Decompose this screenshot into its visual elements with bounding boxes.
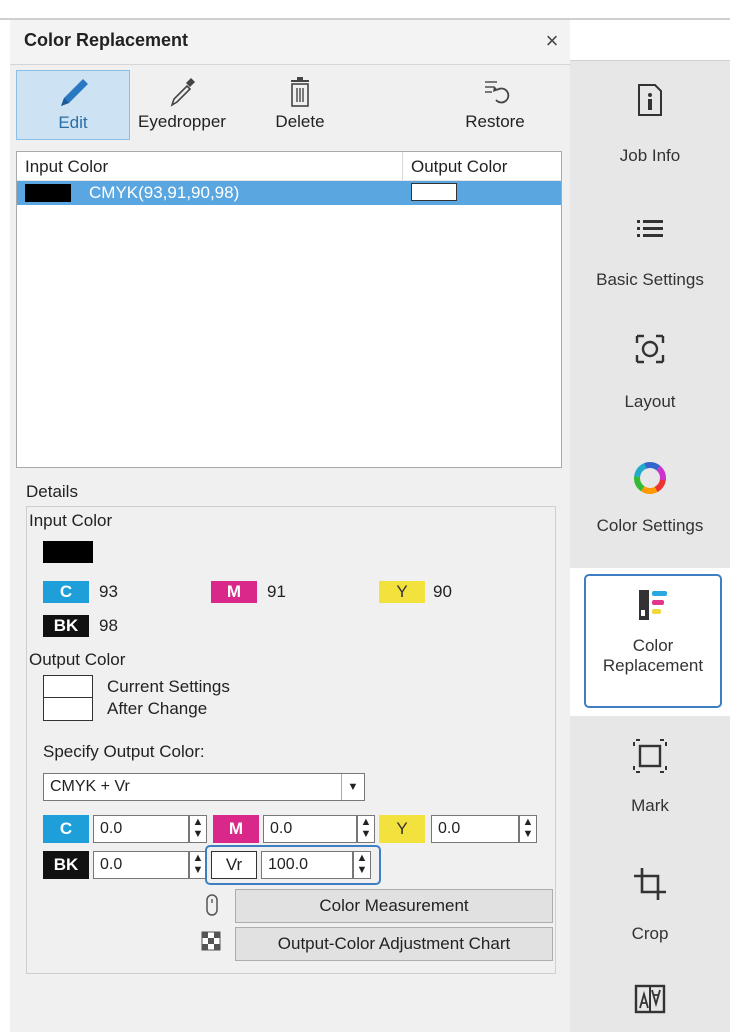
adjustment-chart-button[interactable]: Output-Color Adjustment Chart	[235, 927, 553, 961]
m-input[interactable]: 0.0	[263, 815, 357, 843]
color-replacement-label-1: Color	[632, 636, 674, 655]
restore-icon	[485, 81, 510, 104]
bk-field-chip: BK	[43, 851, 89, 879]
input-color-label: Input Color	[29, 511, 113, 530]
c-value: 93	[99, 582, 118, 601]
c-stepper[interactable]: ▲ ▼	[189, 815, 207, 843]
sidebar-item-crop[interactable]: Crop	[570, 864, 730, 944]
sidebar-item-basic-settings[interactable]: Basic Settings	[570, 216, 730, 290]
color-list[interactable]: Input Color Output Color CMYK(93,91,90,9…	[16, 151, 562, 468]
pencil-icon	[61, 79, 88, 106]
header-input-color[interactable]: Input Color	[25, 157, 108, 177]
sidebar-item-job-info[interactable]: Job Info	[570, 82, 730, 166]
job-info-label: Job Info	[619, 146, 681, 165]
eyedropper-icon	[170, 78, 195, 107]
crop-icon	[634, 868, 666, 900]
header-divider	[402, 152, 403, 180]
color-replacement-label-2: Replacement	[602, 656, 704, 675]
mark-label: Mark	[631, 796, 669, 815]
m-chip: M	[211, 581, 257, 603]
panel-title: Color Replacement	[24, 30, 189, 50]
trash-icon	[291, 77, 309, 107]
header-output-color[interactable]: Output Color	[411, 157, 507, 177]
y-value: 90	[433, 582, 452, 601]
restore-button[interactable]: Restore	[448, 70, 542, 140]
output-color-preview	[43, 675, 93, 721]
input-color-value: CMYK(93,91,90,98)	[89, 183, 240, 202]
c-field-chip: C	[43, 815, 89, 843]
m-field-chip: M	[213, 815, 259, 843]
sidebar-item-color-replacement[interactable]: Color Replacement	[584, 574, 722, 708]
bk-input[interactable]: 0.0	[93, 851, 189, 879]
eyedropper-button[interactable]: Eyedropper	[130, 70, 234, 140]
sidebar-item-color-settings[interactable]: Color Settings	[570, 460, 730, 536]
basic-settings-label: Basic Settings	[596, 270, 704, 289]
edit-button[interactable]: Edit	[16, 70, 130, 140]
current-settings-label: Current Settings	[107, 677, 230, 696]
specify-output-color-label: Specify Output Color:	[43, 742, 205, 761]
m-stepper[interactable]: ▲ ▼	[357, 815, 375, 843]
layout-icon	[635, 334, 665, 364]
color-replacement-icon	[639, 590, 667, 620]
output-mode-select[interactable]: CMYK + Vr ▼	[43, 773, 365, 801]
close-button[interactable]: ×	[538, 26, 566, 56]
vr-input[interactable]: 100.0	[261, 851, 353, 879]
sidebar: Job Info Basic Settings Layout Color Set…	[570, 20, 730, 1032]
output-mode-value: CMYK + Vr	[50, 778, 130, 795]
sidebar-item-mark[interactable]: Mark	[570, 736, 730, 816]
m-value: 91	[267, 582, 286, 601]
vr-stepper[interactable]: ▲ ▼	[353, 851, 371, 879]
list-item[interactable]: CMYK(93,91,90,98)	[17, 181, 561, 205]
details-group: Input Color C 93 M 91 Y 90 BK 98 Output …	[26, 506, 556, 974]
details-label: Details	[26, 482, 78, 501]
c-input[interactable]: 0.0	[93, 815, 189, 843]
restore-label: Restore	[465, 112, 525, 131]
y-input[interactable]: 0.0	[431, 815, 519, 843]
color-settings-label: Color Settings	[596, 516, 704, 535]
bk-value: 98	[99, 616, 118, 635]
y-field-chip: Y	[379, 815, 425, 843]
edit-label: Edit	[58, 113, 88, 132]
crop-label: Crop	[631, 924, 669, 943]
delete-button[interactable]: Delete	[260, 70, 340, 140]
sidebar-item-layout[interactable]: Layout	[570, 332, 730, 412]
y-chip: Y	[379, 581, 425, 603]
after-change-label: After Change	[107, 699, 208, 718]
y-stepper[interactable]: ▲ ▼	[519, 815, 537, 843]
sidebar-top	[570, 20, 730, 61]
sidebar-item-imposition[interactable]	[570, 982, 730, 1016]
panel-header: Color Replacement ×	[10, 20, 570, 65]
input-color-preview	[43, 541, 93, 563]
mark-icon	[633, 739, 667, 773]
imposition-icon	[634, 984, 666, 1014]
checkerboard-icon	[201, 931, 221, 951]
eyedropper-label: Eyedropper	[138, 112, 226, 131]
delete-label: Delete	[275, 112, 325, 131]
color-wheel-icon	[634, 462, 666, 494]
vr-field-chip: Vr	[211, 851, 257, 879]
list-header: Input Color Output Color	[17, 152, 561, 181]
layout-label: Layout	[624, 392, 676, 411]
color-measurement-button[interactable]: Color Measurement	[235, 889, 553, 923]
c-chip: C	[43, 581, 89, 603]
color-replacement-panel: Color Replacement × Edit Eyedropper Dele…	[10, 20, 571, 1032]
list-icon	[637, 220, 663, 237]
measurement-device-icon	[206, 894, 218, 916]
output-color-label: Output Color	[29, 650, 126, 669]
info-document-icon	[638, 84, 662, 116]
output-color-swatch	[411, 183, 457, 201]
top-strip	[0, 0, 730, 20]
bk-chip: BK	[43, 615, 89, 637]
chevron-down-icon[interactable]: ▼	[341, 774, 364, 800]
input-color-swatch	[25, 184, 71, 202]
